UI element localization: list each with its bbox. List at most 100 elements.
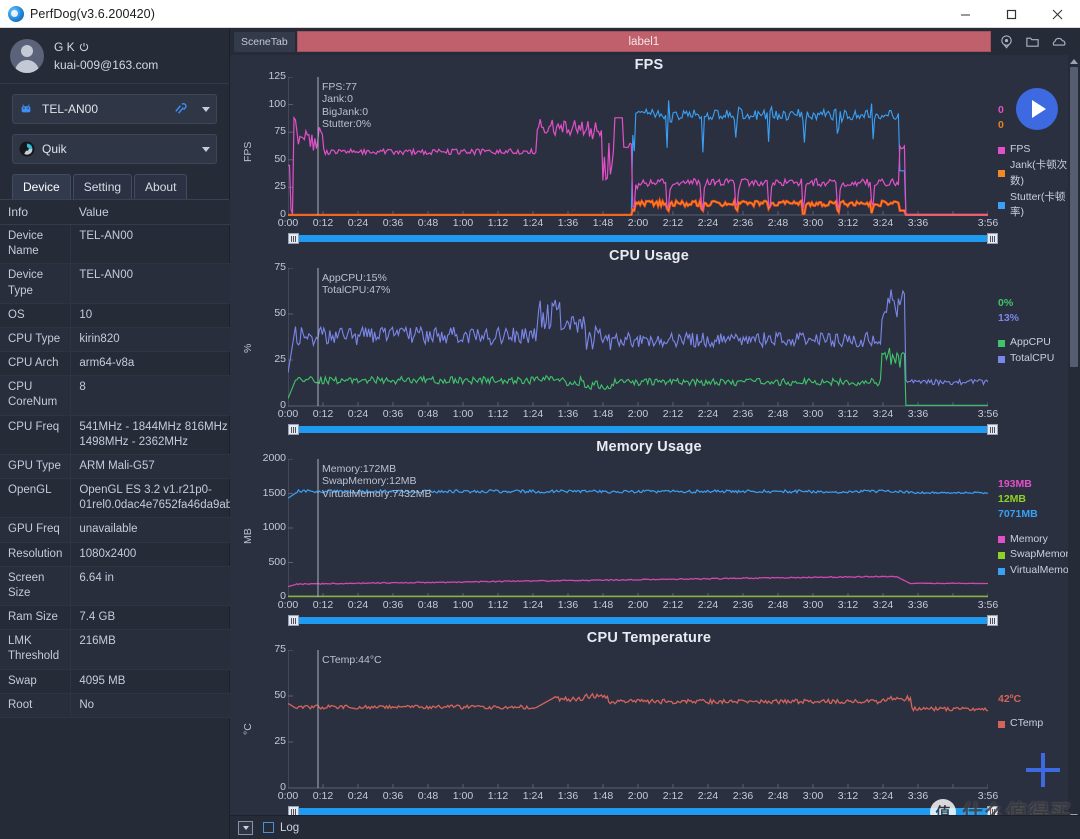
timeline-range[interactable] bbox=[297, 235, 989, 242]
timeline-handle-right[interactable] bbox=[987, 233, 998, 244]
expand-panel-button[interactable] bbox=[238, 820, 253, 835]
plot-area[interactable] bbox=[288, 77, 988, 216]
scene-tab-button[interactable]: SceneTab bbox=[234, 31, 295, 52]
timeline-scrollbar[interactable] bbox=[288, 233, 998, 244]
legend-item[interactable]: AppCPU bbox=[998, 335, 1054, 351]
info-key: Device Name bbox=[0, 224, 72, 265]
timeline-range[interactable] bbox=[297, 808, 989, 815]
account-block: G K kuai-009@163.com bbox=[0, 28, 229, 84]
x-tick: 3:00 bbox=[802, 217, 824, 229]
chevron-down-icon[interactable] bbox=[202, 106, 210, 112]
x-tick: 2:00 bbox=[627, 408, 649, 420]
tab-setting[interactable]: Setting bbox=[72, 174, 133, 199]
legend-item[interactable]: CTemp bbox=[998, 716, 1043, 732]
close-button[interactable] bbox=[1034, 0, 1080, 28]
legend-item[interactable]: SwapMemory bbox=[998, 547, 1078, 563]
timeline-scrollbar[interactable] bbox=[288, 615, 998, 626]
log-checkbox-box[interactable] bbox=[263, 822, 274, 833]
chevron-down-icon[interactable] bbox=[202, 146, 210, 152]
usb-link-icon[interactable] bbox=[172, 101, 190, 117]
x-tick: 0:24 bbox=[347, 790, 369, 802]
timeline-handle-left[interactable] bbox=[288, 615, 299, 626]
window-controls bbox=[942, 0, 1080, 28]
x-tick: 2:12 bbox=[662, 790, 684, 802]
legend-item[interactable]: Stutter(卡顿率) bbox=[998, 190, 1068, 222]
timeline-handle-left[interactable] bbox=[288, 424, 299, 435]
x-tick: 3:24 bbox=[872, 408, 894, 420]
x-tick: 2:36 bbox=[732, 599, 754, 611]
info-key: OS bbox=[0, 303, 72, 328]
legend-value: 193MB bbox=[998, 478, 1032, 490]
chart-title: Memory Usage bbox=[596, 439, 702, 455]
x-tick: 2:12 bbox=[662, 408, 684, 420]
add-chart-button[interactable] bbox=[1026, 753, 1060, 787]
y-tick: 50 bbox=[274, 689, 286, 701]
legend-label: Memory bbox=[1010, 532, 1048, 545]
x-tick: 2:00 bbox=[627, 217, 649, 229]
x-axis: 0:00 0:12 0:24 0:36 0:48 1:00 1:12 1:24 1:36 1:48… bbox=[278, 408, 998, 422]
x-tick: 2:48 bbox=[767, 790, 789, 802]
x-tick: 2:24 bbox=[697, 408, 719, 420]
power-icon[interactable] bbox=[79, 42, 89, 52]
legend-item[interactable]: FPS bbox=[998, 142, 1068, 158]
chart-fps: FPS 0 25 50 75 100 125 FPS FPS:77 Jank:0 BigJank… bbox=[230, 55, 1068, 246]
x-tick: 3:12 bbox=[837, 599, 859, 611]
scene-label-bar[interactable]: label1 bbox=[296, 31, 991, 52]
x-tick: 2:36 bbox=[732, 790, 754, 802]
charts-scrollbar[interactable] bbox=[1068, 55, 1080, 822]
legend-label: Stutter(卡顿率) bbox=[1010, 190, 1066, 219]
device-select-value: TEL-AN00 bbox=[42, 102, 99, 116]
legend-label: AppCPU bbox=[1010, 336, 1051, 349]
timeline-handle-right[interactable] bbox=[987, 424, 998, 435]
scroll-up-icon[interactable] bbox=[1068, 55, 1080, 67]
x-tick: 1:48 bbox=[592, 599, 614, 611]
tab-device[interactable]: Device bbox=[12, 174, 71, 199]
legend-item[interactable]: Memory bbox=[998, 532, 1078, 548]
x-tick: 3:36 bbox=[907, 408, 929, 420]
info-key: Screen Size bbox=[0, 566, 72, 607]
maximize-button[interactable] bbox=[988, 0, 1034, 28]
scrollbar-thumb[interactable] bbox=[1070, 67, 1078, 367]
chart-title: CPU Temperature bbox=[586, 630, 712, 646]
sidebar-tabs: Device Setting About bbox=[0, 174, 229, 200]
x-tick: 2:12 bbox=[662, 217, 684, 229]
x-tick: 0:24 bbox=[347, 408, 369, 420]
log-checkbox[interactable]: Log bbox=[263, 822, 299, 834]
x-tick: 3:00 bbox=[802, 408, 824, 420]
legend-swatch bbox=[998, 720, 1005, 728]
timeline-range[interactable] bbox=[297, 426, 989, 433]
account-name: G K bbox=[54, 39, 75, 54]
tab-about[interactable]: About bbox=[134, 174, 188, 199]
play-button[interactable] bbox=[1016, 88, 1058, 130]
timeline-range[interactable] bbox=[297, 617, 989, 624]
x-tick: 0:00 bbox=[277, 408, 299, 420]
quik-app-icon bbox=[19, 141, 35, 157]
plot-area[interactable] bbox=[288, 459, 988, 598]
legend-swatch bbox=[998, 567, 1005, 575]
legend-value: 12MB bbox=[998, 493, 1027, 506]
x-axis: 0:00 0:12 0:24 0:36 0:48 1:00 1:12 1:24 1:36 1:48… bbox=[278, 599, 998, 613]
legend-item[interactable]: VirtualMemory bbox=[998, 563, 1078, 579]
x-tick: 0:48 bbox=[417, 217, 439, 229]
plot-area[interactable] bbox=[288, 268, 988, 407]
app-select[interactable]: Quik bbox=[12, 134, 217, 164]
y-axis: 0 25 50 75 bbox=[230, 643, 286, 793]
x-tick: 3:00 bbox=[802, 790, 824, 802]
location-pin-icon[interactable] bbox=[999, 34, 1014, 49]
y-axis-label: °C bbox=[242, 723, 254, 735]
plot-area[interactable] bbox=[288, 650, 988, 789]
status-bar: Log bbox=[230, 815, 1080, 839]
folder-icon[interactable] bbox=[1025, 34, 1040, 49]
timeline-scrollbar[interactable] bbox=[288, 424, 998, 435]
timeline-handle-left[interactable] bbox=[288, 233, 299, 244]
info-key: GPU Type bbox=[0, 454, 72, 480]
cloud-icon[interactable] bbox=[1051, 34, 1067, 49]
legend-item[interactable]: TotalCPU bbox=[998, 351, 1054, 367]
perfdog-window: PerfDog(v3.6.200420) G K kuai-009@163.co… bbox=[0, 0, 1080, 839]
device-select[interactable]: TEL-AN00 bbox=[12, 94, 217, 124]
x-tick: 0:36 bbox=[382, 408, 404, 420]
timeline-handle-right[interactable] bbox=[987, 615, 998, 626]
minimize-button[interactable] bbox=[942, 0, 988, 28]
chart-legend: 193MB 12MB 7071MB Memory SwapMemory VirtualMe… bbox=[998, 477, 1078, 579]
legend-item[interactable]: Jank(卡顿次数) bbox=[998, 158, 1068, 190]
